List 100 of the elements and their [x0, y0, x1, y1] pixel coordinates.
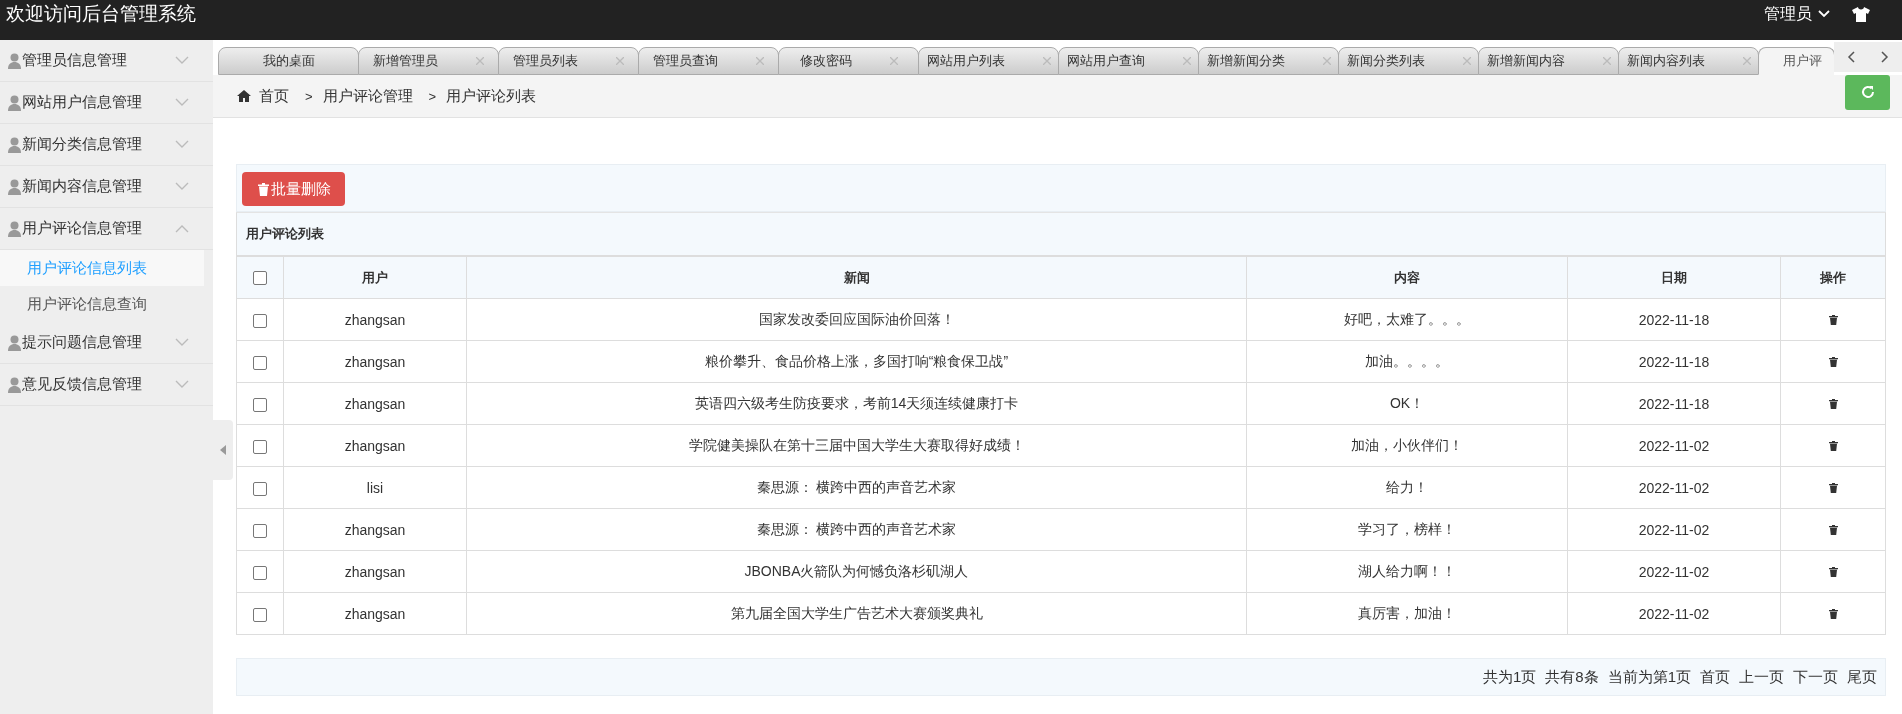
table-cell: 秦思源： 横跨中西的声音艺术家	[466, 508, 1247, 551]
column-header: 内容	[1246, 256, 1568, 299]
chevron-down-icon	[175, 98, 189, 107]
chevron-down-icon	[175, 338, 189, 347]
caret-icon	[1818, 10, 1830, 18]
chevron-left-icon[interactable]	[1847, 51, 1855, 63]
chevron-up-icon	[175, 224, 189, 233]
row-checkbox[interactable]	[253, 523, 267, 538]
table-cell: 学习了，榜样！	[1246, 508, 1568, 551]
row-checkbox[interactable]	[253, 565, 267, 580]
chevron-down-icon	[175, 182, 189, 191]
table-cell: 学院健美操队在第十三届中国大学生大赛取得好成绩！	[466, 424, 1247, 467]
table-cell: 国家发改委回应国际油价回落！	[466, 298, 1247, 341]
page-info: 共有8条	[1545, 667, 1599, 687]
tab[interactable]: 新增新闻分类	[1198, 47, 1339, 75]
table-cell: 2022-11-02	[1567, 550, 1781, 593]
person-icon	[8, 94, 21, 111]
person-icon	[8, 178, 21, 195]
table-cell: zhangsan	[283, 508, 467, 551]
tab[interactable]: 用户评	[1758, 47, 1834, 75]
column-header: 用户	[283, 256, 467, 299]
tab[interactable]: 新闻分类列表	[1338, 47, 1479, 75]
table-cell: 英语四六级考生防疫要求，考前14天须连续健康打卡	[466, 382, 1247, 425]
column-header: 新闻	[466, 256, 1247, 299]
chevron-down-icon	[175, 140, 189, 149]
tab[interactable]: 新闻内容列表	[1618, 47, 1759, 75]
table-cell: lisi	[283, 466, 467, 509]
row-checkbox[interactable]	[253, 397, 267, 412]
table-cell: 2022-11-18	[1567, 298, 1781, 341]
table-cell: 真厉害，加油！	[1246, 592, 1568, 635]
table-cell: 2022-11-18	[1567, 382, 1781, 425]
column-header: 操作	[1780, 256, 1886, 299]
table-cell: 秦思源： 横跨中西的声音艺术家	[466, 466, 1247, 509]
table-cell: 加油，小伙伴们！	[1246, 424, 1568, 467]
row-checkbox[interactable]	[253, 313, 267, 328]
tab[interactable]: 我的桌面	[218, 47, 359, 75]
breadcrumb-item: 用户评论列表	[446, 86, 537, 106]
refresh-icon	[1860, 85, 1875, 99]
trash-icon	[258, 182, 269, 196]
table-cell: 2022-11-02	[1567, 508, 1781, 551]
row-checkbox[interactable]	[253, 607, 267, 622]
row-checkbox[interactable]	[253, 439, 267, 454]
page-link[interactable]: 上一页	[1739, 667, 1784, 687]
table-cell: 2022-11-02	[1567, 466, 1781, 509]
trash-icon[interactable]	[1828, 524, 1838, 535]
tab[interactable]: 修改密码	[778, 47, 919, 75]
refresh-button[interactable]	[1845, 74, 1890, 110]
page-link[interactable]: 首页	[1700, 667, 1730, 687]
trash-icon[interactable]	[1828, 566, 1838, 577]
table-cell: JBONBA火箭队为何憾负洛杉矶湖人	[466, 550, 1247, 593]
table-cell: 粮价攀升、食品价格上涨，多国打响“粮食保卫战”	[466, 340, 1247, 383]
breadcrumb-item[interactable]: 首页	[259, 86, 289, 106]
row-checkbox[interactable]	[253, 355, 267, 370]
app-title: 欢迎访问后台管理系统	[6, 2, 196, 26]
user-menu[interactable]: 管理员	[1764, 3, 1830, 25]
chevron-down-icon	[175, 56, 189, 65]
table-cell: zhangsan	[283, 340, 467, 383]
table-cell: zhangsan	[283, 298, 467, 341]
table-cell: OK！	[1246, 382, 1568, 425]
trash-icon[interactable]	[1828, 356, 1838, 367]
person-icon	[8, 376, 21, 393]
table-cell: zhangsan	[283, 424, 467, 467]
row-checkbox[interactable]	[253, 481, 267, 496]
table-cell: zhangsan	[283, 382, 467, 425]
trash-icon[interactable]	[1828, 314, 1838, 325]
trash-icon[interactable]	[1828, 440, 1838, 451]
sidebar-subitem[interactable]: 用户评论信息查询	[0, 286, 204, 322]
breadcrumb-separator: >	[305, 88, 313, 104]
select-all-checkbox[interactable]	[253, 271, 267, 286]
table-cell: 湖人给力啊！！	[1246, 550, 1568, 593]
page-link[interactable]: 下一页	[1793, 667, 1838, 687]
person-icon	[8, 334, 21, 351]
trash-icon[interactable]	[1828, 608, 1838, 619]
table-cell: zhangsan	[283, 592, 467, 635]
page-link[interactable]: 尾页	[1847, 667, 1877, 687]
person-icon	[8, 220, 21, 237]
home-icon	[237, 90, 251, 102]
chevron-right-icon[interactable]	[1881, 51, 1889, 63]
collapse-handle[interactable]	[213, 420, 233, 480]
table-cell: 给力！	[1246, 466, 1568, 509]
shirt-icon[interactable]	[1852, 6, 1870, 22]
trash-icon[interactable]	[1828, 482, 1838, 493]
breadcrumb-item[interactable]: 用户评论管理	[322, 86, 413, 106]
bulk-delete-button[interactable]: 批量删除	[242, 172, 345, 206]
person-icon	[8, 52, 21, 69]
person-icon	[8, 136, 21, 153]
table-cell: 2022-11-02	[1567, 424, 1781, 467]
trash-icon[interactable]	[1828, 398, 1838, 409]
tab[interactable]: 新增新闻内容	[1478, 47, 1619, 75]
tab[interactable]: 管理员列表	[498, 47, 639, 75]
column-header: 日期	[1567, 256, 1781, 299]
tab[interactable]: 管理员查询	[638, 47, 779, 75]
tab[interactable]: 新增管理员	[358, 47, 499, 75]
table-cell: 第九届全国大学生广告艺术大赛颁奖典礼	[466, 592, 1247, 635]
table-cell: zhangsan	[283, 550, 467, 593]
chevron-down-icon	[175, 380, 189, 389]
tab[interactable]: 网站用户查询	[1058, 47, 1199, 75]
tab[interactable]: 网站用户列表	[918, 47, 1059, 75]
page-info: 当前为第1页	[1607, 667, 1691, 687]
table-title: 用户评论列表	[246, 225, 324, 243]
